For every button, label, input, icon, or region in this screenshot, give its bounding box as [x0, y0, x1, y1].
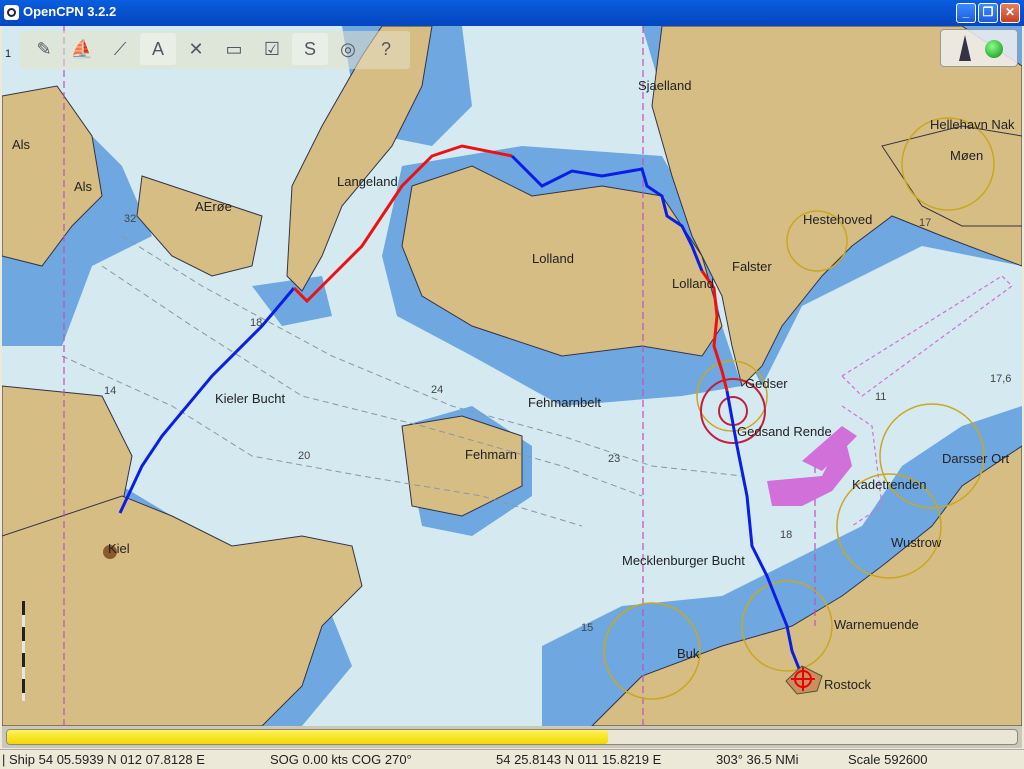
chart-icon[interactable]: ▭: [216, 33, 252, 65]
progress-trough: [6, 729, 1018, 745]
north-arrow-icon: [959, 35, 971, 61]
depth-sounding: 17: [919, 217, 932, 229]
title-bar: OpenCPN 3.2.2 _ ❐ ✕: [0, 0, 1024, 26]
label-fehmarnbelt: Fehmarnbelt: [528, 395, 601, 410]
measure-icon[interactable]: ⟋: [102, 33, 138, 65]
label-wustrow: Wustrow: [891, 535, 942, 550]
label-lolland: Lolland: [532, 251, 574, 266]
settings-icon[interactable]: ☑: [254, 33, 290, 65]
route-icon[interactable]: ✎: [26, 33, 62, 65]
status-cursor-position: 54 25.8143 N 011 15.8219 E: [496, 752, 662, 767]
progress-bar: [2, 726, 1022, 748]
label-hestehoved: Hestehoved: [803, 212, 873, 227]
restore-button[interactable]: ❐: [978, 3, 998, 23]
depth-sounding: 11: [875, 391, 887, 403]
depth-sounding: 15: [581, 622, 594, 634]
label-als: Als: [74, 179, 93, 194]
depth-sounding: 20: [298, 450, 311, 462]
chart-canvas[interactable]: ✎ ⛵ ⟋ A ✕ ▭ ☑ S ◎ ? 1 Als Als AErøe Lang…: [2, 26, 1022, 726]
depth-sounding: 32: [124, 213, 137, 225]
app-icon: [4, 5, 19, 20]
depth-sounding: 17,6: [990, 373, 1012, 385]
label-lolland: Lolland: [672, 276, 714, 291]
depth-sounding: 14: [104, 385, 117, 397]
label-mecklenburger-bucht: Mecklenburger Bucht: [622, 553, 745, 568]
globe-icon[interactable]: ◎: [330, 33, 366, 65]
depth-sounding: 18: [780, 529, 793, 541]
boat-icon[interactable]: ⛵: [64, 33, 100, 65]
tides-icon[interactable]: ✕: [178, 33, 214, 65]
label-als: Als: [12, 137, 31, 152]
compass-panel[interactable]: [940, 29, 1018, 67]
page-marker: 1: [5, 48, 12, 60]
minimize-button[interactable]: _: [956, 3, 976, 23]
label-hellehavn: Hellehavn Nak: [930, 117, 1015, 132]
label-fehmarn: Fehmarn: [465, 447, 518, 462]
label-darsser-ort: Darsser Ort: [942, 451, 1010, 466]
label-falster: Falster: [732, 259, 772, 274]
track-icon[interactable]: S: [292, 33, 328, 65]
label-kieler-bucht: Kieler Bucht: [215, 391, 286, 406]
label-buk: Buk: [677, 646, 700, 661]
depth-sounding: 18: [250, 317, 263, 329]
label-sjaelland: Sjaelland: [638, 78, 692, 93]
label-langeland: Langeland: [337, 174, 398, 189]
status-sog-cog: SOG 0.00 kts COG 270°: [270, 752, 412, 767]
label-warnemuende: Warnemuende: [834, 617, 919, 632]
label-kadetrenden: Kadetrenden: [852, 477, 927, 492]
label-gedser: Gedser: [745, 376, 788, 391]
window-title: OpenCPN 3.2.2: [23, 4, 117, 19]
status-scale: Scale 592600: [848, 752, 928, 767]
label-rostock: Rostock: [824, 677, 871, 692]
status-bearing-range: 303° 36.5 NMi: [716, 752, 799, 767]
scale-bar: [22, 601, 25, 701]
status-ship-position: | Ship 54 05.5939 N 012 07.8128 E: [2, 752, 205, 767]
progress-fill: [7, 730, 608, 744]
gps-status-icon: [985, 40, 1003, 58]
help-icon[interactable]: ?: [368, 33, 404, 65]
label-aeroe: AErøe: [195, 199, 232, 214]
depth-sounding: 24: [431, 384, 444, 396]
close-button[interactable]: ✕: [1000, 3, 1020, 23]
status-bar: | Ship 54 05.5939 N 012 07.8128 E SOG 0.…: [0, 749, 1024, 769]
label-moen: Møen: [950, 148, 984, 163]
label-kiel: Kiel: [108, 541, 130, 556]
depth-sounding: 23: [608, 453, 621, 465]
label-gedsand-rende: Gedsand Rende: [737, 424, 832, 439]
main-toolbar: ✎ ⛵ ⟋ A ✕ ▭ ☑ S ◎ ?: [20, 31, 410, 69]
text-icon[interactable]: A: [140, 33, 176, 65]
